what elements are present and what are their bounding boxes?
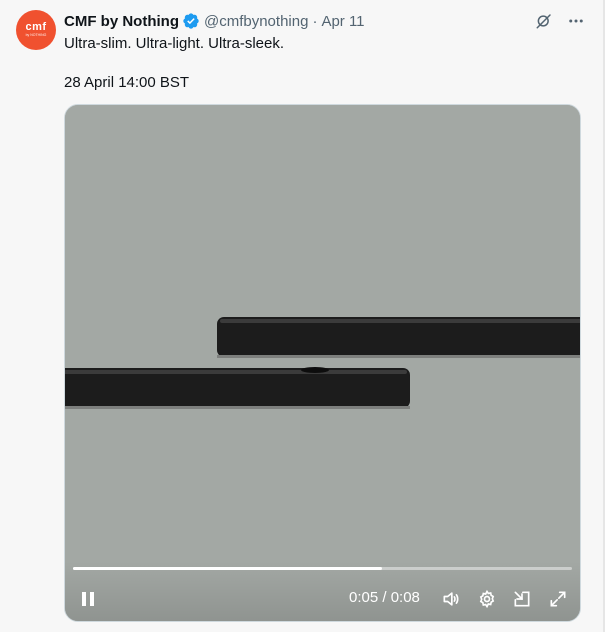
- volume-icon[interactable]: [441, 589, 461, 609]
- tweet-header: CMF by Nothing @cmfbynothing · Apr 11: [64, 10, 585, 32]
- author-handle[interactable]: @cmfbynothing: [204, 13, 308, 30]
- video-controls-row: 0:05 / 0:08: [65, 587, 580, 611]
- verified-badge-icon: [182, 12, 200, 30]
- header-actions: [535, 12, 585, 30]
- tweet-time[interactable]: Apr 11: [321, 13, 364, 30]
- tweet-text: Ultra-slim. Ultra-light. Ultra-sleek.: [64, 35, 285, 52]
- avatar[interactable]: cmf by NOTHING: [16, 10, 56, 50]
- author-name[interactable]: CMF by Nothing: [64, 13, 179, 30]
- more-options-icon[interactable]: [567, 12, 585, 30]
- avatar-logo-subtext: by NOTHING: [25, 33, 47, 37]
- video-controls: 0:05 / 0:08: [65, 561, 580, 621]
- video-progress-bar[interactable]: [73, 567, 572, 570]
- video-frame: [65, 105, 580, 621]
- tweet-date-line: 28 April 14:00 BST: [64, 74, 190, 91]
- header-separator: ·: [312, 12, 318, 30]
- picture-in-picture-icon[interactable]: [512, 589, 532, 609]
- fullscreen-icon[interactable]: [548, 589, 568, 609]
- grok-icon[interactable]: [535, 12, 553, 30]
- pause-icon[interactable]: [79, 590, 97, 608]
- settings-gear-icon[interactable]: [477, 589, 497, 609]
- video-time: 0:05 / 0:08: [349, 589, 420, 606]
- video-player[interactable]: 0:05 / 0:08: [64, 104, 581, 622]
- avatar-logo-text: cmf: [25, 21, 47, 33]
- video-progress-fill: [73, 567, 383, 570]
